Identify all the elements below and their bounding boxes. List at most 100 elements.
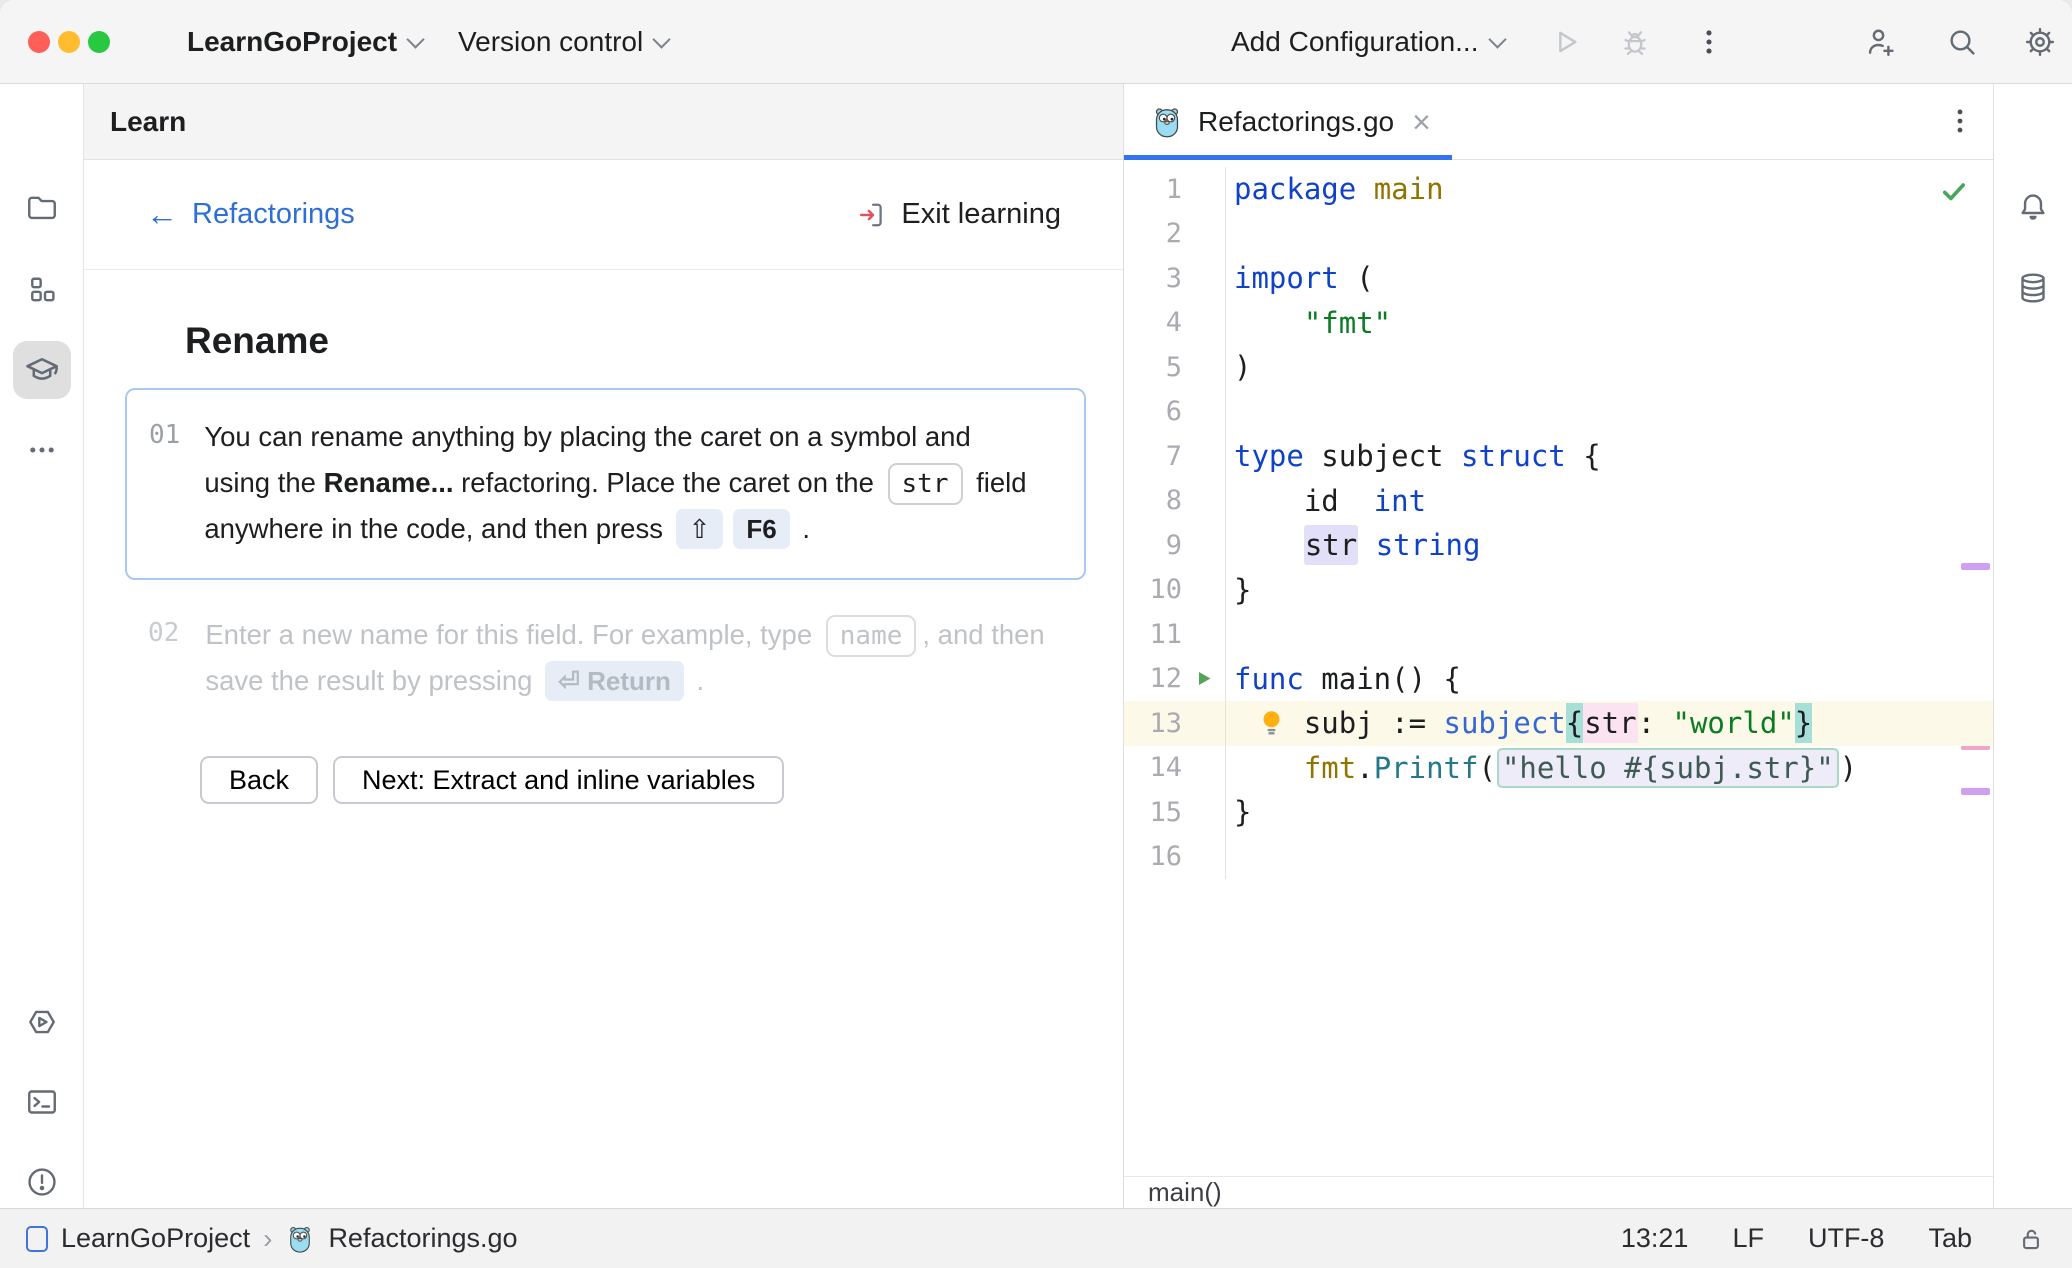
code-text[interactable]: fmt.Printf("hello #{subj.str}") (1226, 751, 1857, 785)
code-text[interactable]: } (1226, 795, 1251, 829)
debug-button[interactable] (1618, 0, 1652, 84)
code-line-2[interactable]: 2 (1124, 212, 1993, 257)
window-zoom-button[interactable] (88, 31, 110, 53)
code-line-5[interactable]: 5) (1124, 345, 1993, 390)
gutter[interactable] (1182, 256, 1226, 301)
code-line-7[interactable]: 7 type subject struct { (1124, 434, 1993, 479)
line-number[interactable]: 4 (1124, 307, 1182, 338)
back-button[interactable]: Back (200, 756, 318, 804)
code-text[interactable]: "fmt" (1226, 306, 1391, 340)
code-line-3[interactable]: 3 import ( (1124, 256, 1993, 301)
line-number[interactable]: 16 (1124, 841, 1182, 872)
unlocked-padlock-icon[interactable] (2016, 1224, 2046, 1254)
tool-more-button[interactable] (13, 421, 71, 479)
run-line-icon[interactable] (1190, 665, 1217, 692)
line-number[interactable]: 12 (1124, 663, 1182, 694)
gutter[interactable] (1182, 701, 1226, 746)
modules-icon (24, 272, 60, 308)
line-number[interactable]: 11 (1124, 619, 1182, 650)
code-line-16[interactable]: 16 (1124, 835, 1993, 880)
line-number[interactable]: 15 (1124, 797, 1182, 828)
caret-position[interactable]: 13:21 (1621, 1223, 1689, 1254)
code-line-6[interactable]: 6 (1124, 390, 1993, 435)
code-line-13[interactable]: 13 subj := subject{str: "world"} (1124, 701, 1993, 746)
line-number[interactable]: 2 (1124, 218, 1182, 249)
exit-learning-button[interactable]: Exit learning (855, 198, 1061, 231)
settings-button[interactable] (2022, 0, 2058, 84)
code-text[interactable]: type subject struct { (1226, 439, 1601, 473)
intention-bulb-icon[interactable] (1254, 705, 1289, 742)
tool-learn-button[interactable] (13, 341, 71, 399)
tool-project-button[interactable] (13, 179, 71, 237)
search-everywhere-button[interactable] (1944, 0, 1980, 84)
gutter[interactable] (1182, 523, 1226, 568)
indent-style[interactable]: Tab (1928, 1223, 1972, 1254)
code-text[interactable]: subj := subject{str: "world"} (1226, 706, 1812, 740)
line-number[interactable]: 13 (1124, 708, 1182, 739)
tool-problems-button[interactable] (13, 1153, 71, 1211)
code-editor[interactable]: 1package main23import (4 "fmt"5)67type s… (1124, 160, 1993, 1176)
window-close-button[interactable] (28, 31, 50, 53)
line-number[interactable]: 7 (1124, 441, 1182, 472)
code-text[interactable]: func main() { (1226, 662, 1461, 696)
code-line-4[interactable]: 4 "fmt" (1124, 301, 1993, 346)
code-line-14[interactable]: 14 fmt.Printf("hello #{subj.str}") (1124, 746, 1993, 791)
notifications-button[interactable] (2005, 179, 2061, 235)
code-line-10[interactable]: 10} (1124, 568, 1993, 613)
back-to-refactorings-link[interactable]: ← Refactorings (146, 196, 355, 233)
next-lesson-button[interactable]: Next: Extract and inline variables (333, 756, 784, 804)
code-text[interactable]: import ( (1226, 261, 1374, 295)
run-configuration-widget[interactable]: Add Configuration... (1231, 0, 1504, 84)
code-line-11[interactable]: 11 (1124, 612, 1993, 657)
gutter[interactable] (1182, 167, 1226, 212)
gutter[interactable] (1182, 434, 1226, 479)
file-encoding[interactable]: UTF-8 (1808, 1223, 1885, 1254)
gutter[interactable] (1182, 479, 1226, 524)
gutter[interactable] (1182, 390, 1226, 435)
gutter[interactable] (1182, 746, 1226, 791)
line-number[interactable]: 5 (1124, 352, 1182, 383)
gutter[interactable] (1182, 212, 1226, 257)
code-with-me-button[interactable] (1862, 0, 1898, 84)
code-line-1[interactable]: 1 package main (1124, 167, 1993, 212)
gutter[interactable] (1182, 345, 1226, 390)
main-menu-button[interactable] (1692, 0, 1726, 84)
gutter[interactable] (1182, 657, 1226, 702)
line-number[interactable]: 8 (1124, 485, 1182, 516)
gutter[interactable] (1182, 568, 1226, 613)
database-button[interactable] (2005, 260, 2061, 316)
tab-close-icon[interactable]: × (1412, 106, 1431, 138)
line-number[interactable]: 6 (1124, 396, 1182, 427)
gutter[interactable] (1182, 835, 1226, 880)
line-number[interactable]: 3 (1124, 263, 1182, 294)
line-number[interactable]: 10 (1124, 574, 1182, 605)
code-text[interactable]: str string (1226, 528, 1480, 562)
tab-refactorings-go[interactable]: Refactorings.go × (1124, 84, 1445, 159)
gutter[interactable] (1182, 790, 1226, 835)
run-button[interactable] (1549, 0, 1583, 84)
window-minimize-button[interactable] (58, 31, 80, 53)
code-text[interactable]: ) (1226, 350, 1251, 384)
vcs-widget[interactable]: Version control (458, 0, 668, 84)
code-line-15[interactable]: 15} (1124, 790, 1993, 835)
code-text[interactable]: id int (1226, 484, 1426, 518)
status-project-name[interactable]: LearnGoProject (61, 1223, 250, 1254)
tool-services-button[interactable] (13, 993, 71, 1051)
code-text[interactable]: package main (1226, 172, 1444, 206)
editor-options-button[interactable] (1943, 104, 1977, 138)
line-number[interactable]: 1 (1124, 174, 1182, 205)
line-number[interactable]: 9 (1124, 530, 1182, 561)
status-file-name[interactable]: Refactorings.go (328, 1223, 517, 1254)
code-text[interactable]: } (1226, 573, 1251, 607)
code-line-8[interactable]: 8 id int (1124, 479, 1993, 524)
line-number[interactable]: 14 (1124, 752, 1182, 783)
breadcrumb-main[interactable]: main() (1148, 1177, 1222, 1208)
code-line-12[interactable]: 12 func main() { (1124, 657, 1993, 702)
tool-modules-button[interactable] (13, 261, 71, 319)
gutter[interactable] (1182, 612, 1226, 657)
gutter[interactable] (1182, 301, 1226, 346)
project-widget[interactable]: LearnGoProject (187, 0, 422, 84)
code-line-9[interactable]: 9 str string (1124, 523, 1993, 568)
line-ending[interactable]: LF (1732, 1223, 1764, 1254)
tool-terminal-button[interactable] (13, 1073, 71, 1131)
